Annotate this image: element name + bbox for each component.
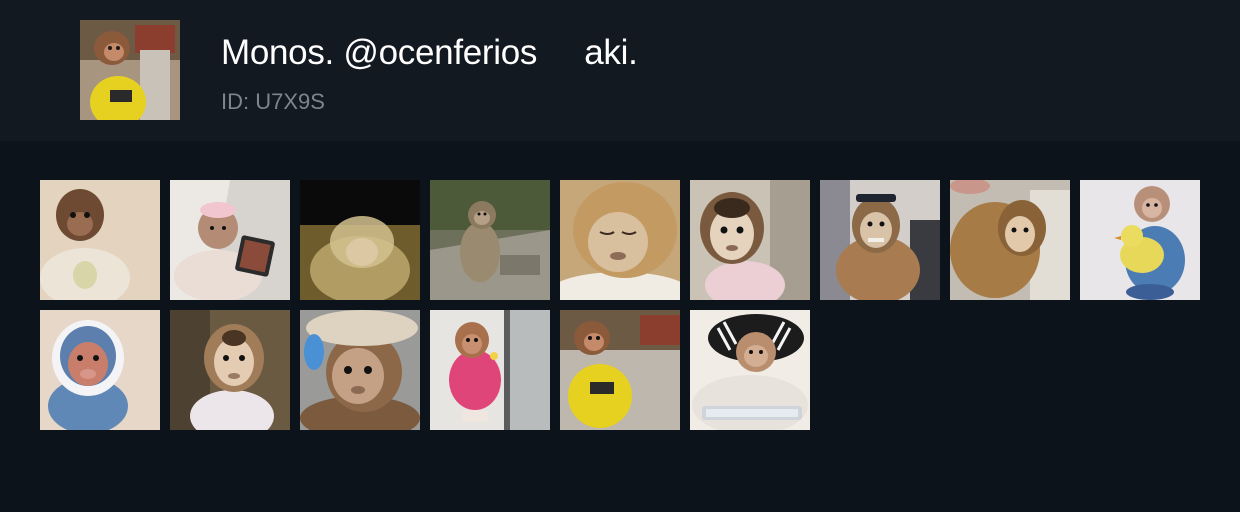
sticker-monkey-in-cream-hoodie[interactable] bbox=[40, 180, 160, 300]
sticker-monkey-in-blue-bonnet[interactable] bbox=[40, 310, 160, 430]
pack-id: ID: U7X9S bbox=[221, 89, 325, 114]
sticker-monkey-in-pink-outfit-by-window[interactable] bbox=[430, 310, 550, 430]
sticker-monkey-in-pink-hat-with-phone[interactable] bbox=[170, 180, 290, 300]
sticker-monkey-in-striped-jacket-with-tablet[interactable] bbox=[690, 310, 810, 430]
sticker-monkey-sitting-on-stone-steps[interactable] bbox=[430, 180, 550, 300]
sticker-capuchin-lying-on-sofa[interactable] bbox=[950, 180, 1070, 300]
sticker-capuchin-with-sunglasses-on-head[interactable] bbox=[820, 180, 940, 300]
pack-title: Monos. @ocenferios aki. bbox=[221, 33, 638, 72]
pack-avatar bbox=[80, 20, 180, 120]
pack-header: Monos. @ocenferios aki. ID: U7X9S bbox=[0, 0, 1240, 141]
sticker-sleepy-capuchin-on-pillow[interactable] bbox=[560, 180, 680, 300]
sticker-capuchin-in-floral-shirt[interactable] bbox=[170, 310, 290, 430]
sticker-capuchin-in-cap[interactable] bbox=[300, 310, 420, 430]
sticker-monkey-holding-yellow-duckling[interactable] bbox=[1080, 180, 1200, 300]
sticker-blurry-monkey-hands-on-head[interactable] bbox=[300, 180, 420, 300]
sticker-capuchin-in-pink-shirt[interactable] bbox=[690, 180, 810, 300]
sticker-monkey-in-yellow-tshirt[interactable] bbox=[560, 310, 680, 430]
